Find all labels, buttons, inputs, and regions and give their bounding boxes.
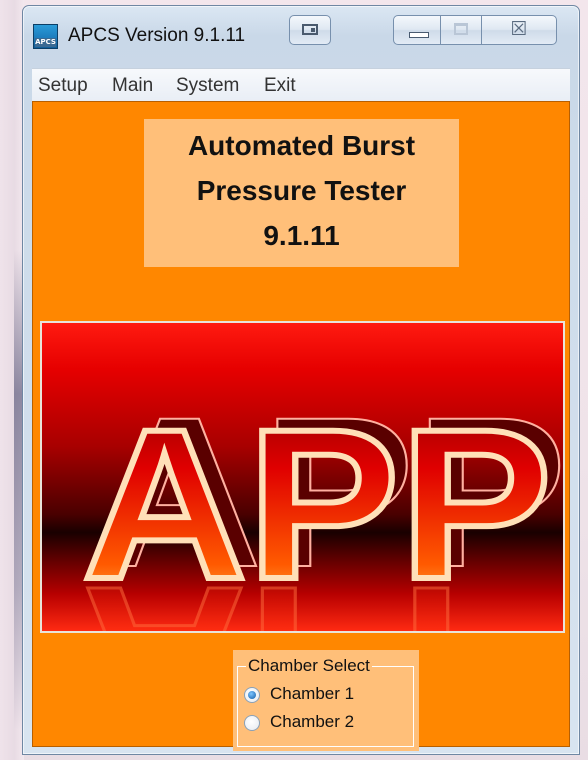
apcs-app-icon[interactable]: APCS	[33, 24, 58, 49]
radio-selected-icon[interactable]	[244, 687, 260, 703]
chamber-select-legend: Chamber Select	[246, 656, 372, 676]
app-icon-caption: APCS	[35, 38, 56, 47]
title-extra-button[interactable]	[289, 15, 331, 45]
close-button[interactable]: ☒	[481, 15, 557, 45]
maximize-button[interactable]	[440, 15, 482, 45]
desktop-background-streak	[14, 250, 22, 730]
menu-bar: Setup Main System Exit	[32, 68, 570, 101]
menu-setup[interactable]: Setup	[38, 75, 88, 97]
maximize-icon	[454, 23, 468, 35]
logo-text: APP	[82, 385, 552, 624]
window-mode-icon	[302, 24, 318, 35]
close-icon: ☒	[510, 18, 528, 40]
menu-main[interactable]: Main	[112, 75, 153, 97]
minimize-icon	[409, 32, 429, 38]
menu-system[interactable]: System	[176, 75, 239, 97]
chamber-1-label[interactable]: Chamber 1	[270, 684, 354, 704]
app-version: 9.1.11	[263, 220, 340, 251]
app-title-line-2: Pressure Tester	[196, 175, 407, 206]
client-area: Automated Burst Pressure Tester 9.1.11 A…	[32, 101, 570, 751]
window-title: APCS Version 9.1.11	[68, 25, 246, 46]
app-title-line-1: Automated Burst	[187, 130, 416, 161]
menu-exit[interactable]: Exit	[264, 75, 296, 97]
app-logo-image: APP APP APP	[79, 372, 563, 631]
app-title-panel: Automated Burst Pressure Tester 9.1.11	[144, 119, 459, 267]
chamber-select-group: Chamber Select Chamber 1 Chamber 2	[233, 650, 419, 751]
title-bar[interactable]: APCS APCS Version 9.1.11 ☒	[23, 6, 579, 61]
chamber-2-label[interactable]: Chamber 2	[270, 712, 354, 732]
radio-unselected-icon[interactable]	[244, 715, 260, 731]
main-window: APCS APCS Version 9.1.11 ☒ Setup Main Sy…	[22, 5, 580, 755]
minimize-button[interactable]	[393, 15, 441, 45]
app-logo-panel: APP APP APP	[40, 321, 565, 633]
chamber-select-frame	[237, 666, 414, 747]
